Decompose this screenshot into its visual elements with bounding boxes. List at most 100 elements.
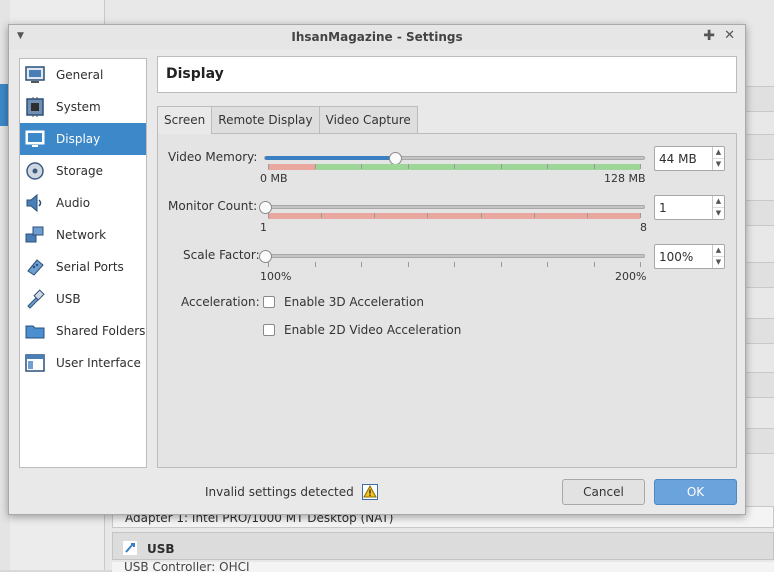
- enable-2d-checkbox[interactable]: [263, 324, 275, 336]
- scale-factor-slider[interactable]: [259, 250, 645, 263]
- invalid-settings-text: Invalid settings detected: [205, 485, 354, 499]
- sidebar-item-label: User Interface: [56, 356, 141, 370]
- background-usb-label: USB: [147, 542, 175, 556]
- sidebar-item-display[interactable]: Display: [20, 123, 146, 155]
- tab-screen[interactable]: Screen: [157, 106, 213, 134]
- video-memory-label: Video Memory:: [168, 150, 258, 164]
- slider-tick: [314, 262, 316, 267]
- slider-tick: [593, 164, 595, 169]
- spinbox-value[interactable]: 44 MB: [659, 152, 697, 166]
- usb-icon: [121, 539, 139, 560]
- sidebar-item-usb[interactable]: USB: [20, 283, 146, 315]
- scale-factor-max: 200%: [615, 270, 647, 283]
- background-section-strip: [746, 86, 774, 112]
- slider-tick: [593, 262, 595, 267]
- ok-button[interactable]: OK: [654, 479, 737, 505]
- slider-tick: [268, 164, 269, 169]
- scale-factor-spinbox[interactable]: 100% ▲ ▼: [654, 244, 725, 269]
- video-memory-spinbox[interactable]: 44 MB ▲ ▼: [654, 146, 725, 171]
- slider-tick: [533, 213, 535, 218]
- spinbox-buttons: ▲ ▼: [712, 196, 724, 219]
- slider-tick: [374, 213, 376, 218]
- system-icon: [24, 96, 46, 118]
- sidebar-item-serial-ports[interactable]: Serial Ports: [20, 251, 146, 283]
- slider-tick: [454, 262, 455, 267]
- background-section-strip: [746, 318, 774, 344]
- video-memory-min: 0 MB: [260, 172, 288, 185]
- sidebar-item-shared-folders[interactable]: Shared Folders: [20, 315, 146, 347]
- settings-content: Display Screen Remote Display Video Capt…: [157, 56, 737, 468]
- close-icon[interactable]: ✕: [724, 28, 735, 43]
- user-interface-icon: [24, 352, 46, 374]
- slider-tick: [268, 213, 269, 218]
- enable-2d-video-acceleration[interactable]: Enable 2D Video Acceleration: [263, 323, 461, 337]
- spin-up-icon[interactable]: ▲: [713, 147, 724, 158]
- monitor-count-ticks: [268, 213, 641, 219]
- sidebar-item-user-interface[interactable]: User Interface: [20, 347, 146, 379]
- spinbox-buttons: ▲ ▼: [712, 147, 724, 170]
- scale-factor-ticks: [268, 262, 641, 268]
- tab-remote-display[interactable]: Remote Display: [211, 106, 320, 133]
- pin-icon[interactable]: ✚: [703, 28, 715, 44]
- sidebar-item-label: Display: [56, 132, 101, 146]
- display-icon: [24, 128, 46, 150]
- cancel-button[interactable]: Cancel: [562, 479, 645, 505]
- slider-tick: [454, 164, 455, 169]
- slider-tick: [314, 164, 316, 169]
- sidebar-item-label: System: [56, 100, 101, 114]
- tab-bar: Screen Remote Display Video Capture: [157, 106, 418, 134]
- monitor-count-spinbox[interactable]: 1 ▲ ▼: [654, 195, 725, 220]
- video-memory-slider[interactable]: [264, 152, 645, 165]
- storage-icon: [24, 160, 46, 182]
- background-usb-section[interactable]: USB: [112, 532, 774, 560]
- warning-icon[interactable]: [361, 484, 378, 500]
- sidebar-item-label: USB: [56, 292, 81, 306]
- screen-tab-page: Video Memory: 0 MB 128 MB 44 MB ▲ ▼ Moni…: [157, 133, 737, 468]
- usb-icon: [24, 288, 46, 310]
- sidebar-item-label: Network: [56, 228, 107, 242]
- shared-folders-icon: [24, 320, 46, 342]
- sidebar-item-label: General: [56, 68, 104, 82]
- serial-ports-icon: [24, 256, 46, 278]
- tab-video-capture[interactable]: Video Capture: [318, 106, 418, 133]
- slider-tick: [361, 164, 362, 169]
- spinbox-buttons: ▲ ▼: [712, 245, 724, 268]
- video-memory-max: 128 MB: [604, 172, 646, 185]
- acceleration-label: Acceleration:: [181, 295, 260, 309]
- background-section-strip: [746, 134, 774, 160]
- background-section-strip: [746, 428, 774, 454]
- monitor-count-slider[interactable]: [259, 201, 645, 214]
- settings-dialog: ▼ IhsanMagazine - Settings ✚ ✕ General S…: [8, 24, 746, 515]
- monitor-count-min: 1: [260, 221, 267, 234]
- spinbox-value[interactable]: 1: [659, 201, 667, 215]
- sidebar-item-general[interactable]: General: [20, 59, 146, 91]
- spinbox-value[interactable]: 100%: [659, 250, 693, 264]
- sidebar-item-storage[interactable]: Storage: [20, 155, 146, 187]
- spin-up-icon[interactable]: ▲: [713, 196, 724, 207]
- enable-3d-checkbox[interactable]: [263, 296, 275, 308]
- slider-tick: [407, 164, 409, 169]
- invalid-settings-indicator: Invalid settings detected: [205, 484, 378, 500]
- enable-3d-label: Enable 3D Acceleration: [284, 295, 424, 309]
- spin-down-icon[interactable]: ▼: [713, 207, 724, 218]
- slider-tick: [640, 213, 641, 218]
- slider-tick: [427, 213, 429, 218]
- sidebar-item-network[interactable]: Network: [20, 219, 146, 251]
- sidebar-item-system[interactable]: System: [20, 91, 146, 123]
- enable-3d-acceleration[interactable]: Enable 3D Acceleration: [263, 295, 424, 309]
- spin-up-icon[interactable]: ▲: [713, 245, 724, 256]
- sidebar-item-label: Shared Folders: [56, 324, 146, 338]
- spin-down-icon[interactable]: ▼: [713, 256, 724, 267]
- spin-down-icon[interactable]: ▼: [713, 158, 724, 169]
- sidebar-item-audio[interactable]: Audio: [20, 187, 146, 219]
- window-menu-icon[interactable]: ▼: [17, 31, 27, 41]
- title-bar[interactable]: ▼ IhsanMagazine - Settings ✚ ✕: [9, 25, 745, 49]
- slider-tick: [321, 213, 323, 218]
- background-section-strip: [746, 372, 774, 398]
- background-section-strip: [746, 200, 774, 226]
- sidebar-item-label: Serial Ports: [56, 260, 124, 274]
- slider-tick: [547, 164, 548, 169]
- slider-tick: [361, 262, 362, 267]
- slider-fill: [265, 156, 396, 160]
- slider-tick: [500, 164, 502, 169]
